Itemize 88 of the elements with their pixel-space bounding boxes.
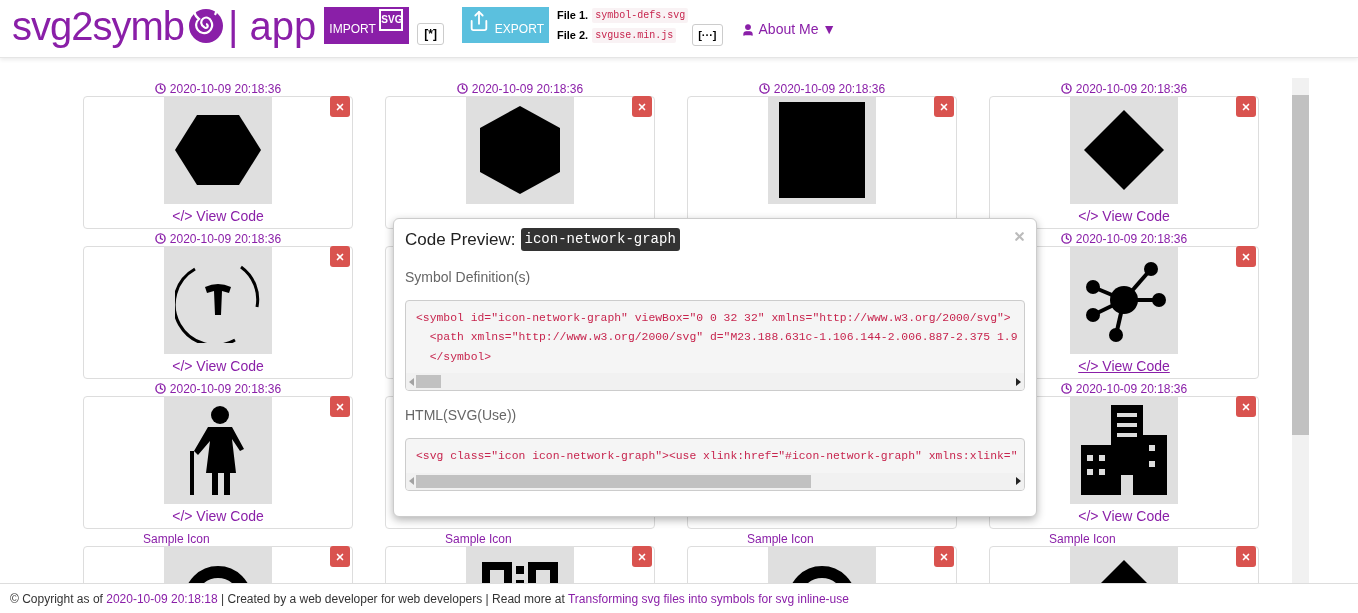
delete-button[interactable] <box>330 96 350 117</box>
close-icon <box>939 551 949 562</box>
delete-button[interactable] <box>1236 396 1256 417</box>
timestamp: 2020-10-09 20:18:36 <box>1060 379 1188 398</box>
scroll-left-icon[interactable] <box>409 377 414 386</box>
delete-button[interactable] <box>632 546 652 567</box>
scrollbar-thumb[interactable] <box>1292 95 1309 435</box>
clock-icon <box>154 233 166 244</box>
logo-text: | app <box>228 6 317 46</box>
delete-button[interactable] <box>934 546 954 567</box>
article-link[interactable]: Transforming svg files into symbols for svg inline-use <box>567 591 849 606</box>
hexagon-icon <box>480 106 560 194</box>
logo-text: svg2symb <box>12 6 185 46</box>
diamond-icon <box>1084 110 1164 190</box>
svg-file-icon: SVG <box>379 9 404 31</box>
close-icon <box>1241 401 1251 412</box>
delete-button[interactable] <box>632 96 652 117</box>
close-icon <box>1241 251 1251 262</box>
sample-icon-label: Sample Icon <box>747 530 814 548</box>
file-name: svguse.min.js <box>592 28 677 43</box>
close-icon <box>637 101 647 112</box>
delete-button[interactable] <box>934 96 954 117</box>
scroll-right-icon[interactable] <box>1016 477 1021 485</box>
view-code-link[interactable]: </> View Code <box>172 207 264 225</box>
timestamp: 2020-10-09 20:18:36 <box>154 379 282 398</box>
clock-icon <box>1060 83 1072 94</box>
timestamp: 2020-10-09 20:18:36 <box>1060 79 1188 98</box>
file-options-button[interactable]: [···] <box>692 24 723 46</box>
section-heading: Symbol Definition(s) <box>405 267 532 287</box>
code-line: <symbol id="icon-network-graph" viewBox="0 0 32 32" xmlns="http://www.w3.org/2000/svg"> <box>416 310 1011 326</box>
view-code-link[interactable]: </> View Code <box>1078 357 1170 375</box>
user-icon <box>740 22 755 37</box>
select-all-button[interactable]: [*] <box>417 23 444 45</box>
import-button[interactable]: IMPORT SVG <box>324 7 410 44</box>
spiral-logo-icon <box>188 8 225 44</box>
close-icon <box>335 251 345 262</box>
close-icon <box>1241 551 1251 562</box>
code-line: <path xmlns="http://www.w3.org/2000/svg" d="M23.188.631c-1.106.144-2.006.887-2.375 1.9 <box>428 330 1018 345</box>
close-icon <box>335 101 345 112</box>
sample-icon-label: Sample Icon <box>143 530 210 548</box>
scrollbar-thumb[interactable] <box>416 375 441 388</box>
delete-button[interactable] <box>330 546 350 567</box>
sample-icon-label: Sample Icon <box>445 530 512 548</box>
timestamp: 2020-10-09 20:18:36 <box>1060 229 1188 248</box>
clock-icon <box>1060 383 1072 394</box>
view-code-link[interactable]: </> View Code <box>172 507 264 525</box>
timestamp: 2020-10-09 20:18:36 <box>456 79 584 98</box>
square-icon <box>779 102 865 198</box>
sample-icon-label: Sample Icon <box>1049 530 1116 548</box>
close-icon <box>1241 101 1251 112</box>
clock-icon <box>456 83 468 94</box>
clock-icon <box>154 83 166 94</box>
scrollbar-thumb[interactable] <box>416 474 811 488</box>
file-label: File 2. <box>557 28 589 44</box>
code-line: <svg class="icon icon-network-graph"><use xlink:href="#icon-network-graph" xmlns:xlink=" <box>416 449 1018 464</box>
delete-button[interactable] <box>1236 96 1256 117</box>
dialog-title: Code Preview: <box>405 229 516 251</box>
buildings-icon <box>1081 405 1167 495</box>
code-line: </symbol> <box>428 349 492 365</box>
view-code-link[interactable]: </> View Code <box>1078 207 1170 225</box>
close-icon <box>335 401 345 412</box>
section-heading: HTML(SVG(Use)) <box>405 406 518 425</box>
scroll-right-icon[interactable] <box>1016 377 1021 386</box>
clock-icon <box>1060 233 1072 244</box>
scroll-left-icon[interactable] <box>409 477 414 485</box>
share-icon <box>468 10 490 32</box>
close-icon <box>939 101 949 112</box>
delete-button[interactable] <box>330 396 350 417</box>
close-icon <box>637 551 647 562</box>
timestamp: 2020-10-09 20:18:36 <box>154 79 282 98</box>
clock-icon <box>154 383 166 394</box>
file-label: File 1. <box>557 8 589 24</box>
delete-button[interactable] <box>1236 546 1256 567</box>
timestamp: 2020-10-09 20:18:36 <box>758 79 886 98</box>
delete-button[interactable] <box>330 246 350 267</box>
timestamp: 2020-10-09 20:18:36 <box>154 229 282 248</box>
icon-name-badge: icon-network-graph <box>520 228 680 252</box>
close-icon <box>335 551 345 562</box>
file-name: symbol-defs.svg <box>592 8 689 23</box>
about-menu[interactable]: About Me ▼ <box>740 19 837 40</box>
clock-icon <box>758 83 770 94</box>
view-code-link[interactable]: </> View Code <box>1078 507 1170 525</box>
date-link[interactable]: 2020-10-09 20:18:18 <box>106 591 218 606</box>
view-code-link[interactable]: </> View Code <box>172 357 264 375</box>
delete-button[interactable] <box>1236 246 1256 267</box>
close-icon <box>1013 230 1026 243</box>
copyright-text: © Copyright as of 2020-10-09 20:18:18 | Created by a web developer for web developers | Read more at Transforming svg files into symbols for svg inline-use <box>10 590 849 608</box>
hexagon-icon <box>175 115 261 185</box>
